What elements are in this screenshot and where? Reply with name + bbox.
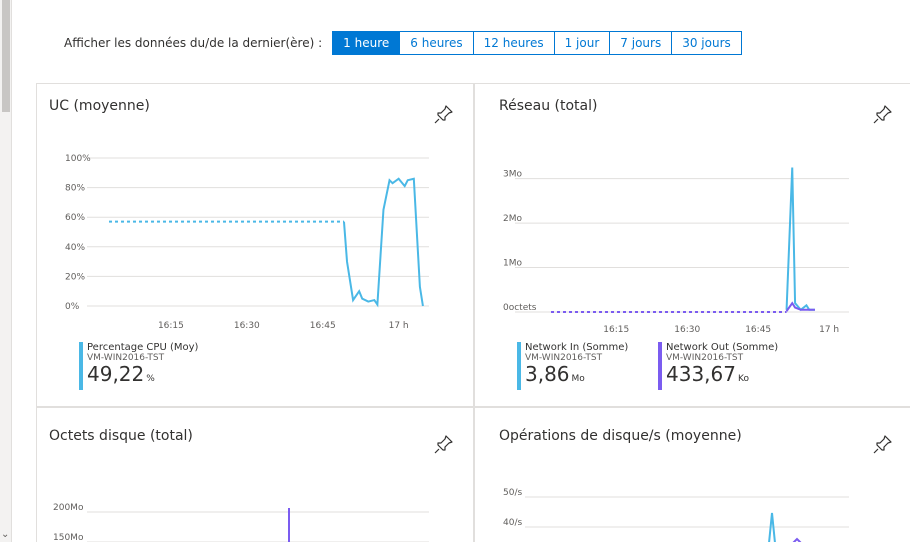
chevron-icon[interactable]: ⌄ bbox=[1, 529, 9, 540]
legend-value: 3,86 bbox=[525, 362, 570, 386]
legend-value-row: 3,86 Mo bbox=[525, 363, 628, 390]
pin-icon[interactable] bbox=[873, 434, 893, 454]
time-option-1d[interactable]: 1 jour bbox=[553, 32, 610, 54]
network-out-line bbox=[785, 301, 815, 312]
network-in-line bbox=[785, 167, 815, 312]
x-tick-label: 16:45 bbox=[310, 321, 336, 331]
legend-unit: Mo bbox=[571, 374, 585, 384]
legend-color-bar bbox=[79, 342, 83, 390]
disk-ops-tile[interactable]: Opérations de disque/s (moyenne) 50/s 40/… bbox=[474, 407, 910, 542]
cpu-tile-title: UC (moyenne) bbox=[49, 98, 150, 114]
y-tick-label: 100% bbox=[65, 154, 91, 164]
x-tick-label: 16:30 bbox=[674, 325, 700, 335]
pin-icon[interactable] bbox=[434, 434, 454, 454]
network-tile-title: Réseau (total) bbox=[499, 98, 598, 114]
y-tick-label: 0octets bbox=[503, 303, 537, 313]
network-in-legend-item[interactable]: Network In (Somme) VM-WIN2016-TST 3,86 Mo bbox=[517, 342, 628, 390]
pin-icon[interactable] bbox=[873, 104, 893, 124]
y-tick-label: 40/s bbox=[503, 518, 522, 528]
y-tick-label: 150Mo bbox=[53, 533, 84, 542]
legend-metric-name: Network Out (Somme) bbox=[666, 342, 779, 353]
y-tick-label: 0% bbox=[65, 302, 80, 312]
y-tick-label: 20% bbox=[65, 272, 85, 282]
x-tick-label: 16:45 bbox=[745, 325, 771, 335]
time-range-options: 1 heure 6 heures 12 heures 1 jour 7 jour… bbox=[332, 31, 742, 55]
legend-value: 49,22 bbox=[87, 362, 145, 386]
y-tick-label: 2Mo bbox=[503, 214, 522, 224]
x-tick-label: 17 h bbox=[819, 325, 839, 335]
legend-unit: Ko bbox=[737, 374, 749, 384]
time-option-7d[interactable]: 7 jours bbox=[609, 32, 672, 54]
time-option-6h[interactable]: 6 heures bbox=[399, 32, 473, 54]
disk-bytes-tile-title: Octets disque (total) bbox=[49, 428, 193, 444]
legend-metric-name: Percentage CPU (Moy) bbox=[87, 342, 199, 353]
y-tick-label: 50/s bbox=[503, 488, 522, 498]
cpu-tile[interactable]: UC (moyenne) 100% 80% 60% 40% 20% 0% 16:15 16:3… bbox=[36, 83, 474, 407]
x-tick-label: 16:30 bbox=[234, 321, 260, 331]
time-range-bar: Afficher les données du/de la dernier(èr… bbox=[64, 31, 742, 55]
legend-unit: % bbox=[146, 374, 155, 384]
cpu-legend-item[interactable]: Percentage CPU (Moy) VM-WIN2016-TST 49,2… bbox=[79, 342, 198, 390]
cpu-series-line bbox=[342, 177, 424, 308]
y-tick-label: 40% bbox=[65, 243, 85, 253]
left-scrollbar[interactable]: ⌄ bbox=[0, 0, 12, 542]
time-option-30d[interactable]: 30 jours bbox=[671, 32, 741, 54]
legend-metric-name: Network In (Somme) bbox=[525, 342, 629, 353]
legend-value-row: 49,22% bbox=[87, 363, 198, 390]
network-tile[interactable]: Réseau (total) 3Mo 2Mo 1Mo 0octets 16:15 16:3… bbox=[474, 83, 910, 407]
legend-value-row: 433,67 Ko bbox=[666, 363, 778, 390]
legend-color-bar bbox=[517, 342, 521, 390]
time-option-12h[interactable]: 12 heures bbox=[472, 32, 554, 54]
y-tick-label: 1Mo bbox=[503, 259, 522, 269]
pin-icon[interactable] bbox=[434, 104, 454, 124]
network-out-legend-item[interactable]: Network Out (Somme) VM-WIN2016-TST 433,6… bbox=[658, 342, 778, 390]
time-range-label: Afficher les données du/de la dernier(èr… bbox=[64, 36, 323, 50]
x-tick-label: 16:15 bbox=[158, 321, 184, 331]
y-tick-label: 80% bbox=[65, 184, 85, 194]
disk-ops-chart[interactable]: 50/s 40/s bbox=[475, 483, 910, 542]
y-tick-label: 200Mo bbox=[53, 503, 84, 513]
x-tick-label: 17 h bbox=[389, 321, 409, 331]
y-tick-label: 60% bbox=[65, 213, 85, 223]
disk-bytes-tile[interactable]: Octets disque (total) 200Mo 150Mo bbox=[36, 407, 474, 542]
y-tick-label: 3Mo bbox=[503, 170, 522, 180]
x-tick-label: 16:15 bbox=[603, 325, 629, 335]
disk-bytes-chart[interactable]: 200Mo 150Mo bbox=[37, 486, 475, 542]
legend-value: 433,67 bbox=[666, 362, 736, 386]
disk-ops-tile-title: Opérations de disque/s (moyenne) bbox=[499, 428, 742, 444]
scroll-thumb[interactable] bbox=[2, 0, 10, 112]
time-option-1h[interactable]: 1 heure bbox=[333, 32, 400, 54]
legend-color-bar bbox=[658, 342, 662, 390]
